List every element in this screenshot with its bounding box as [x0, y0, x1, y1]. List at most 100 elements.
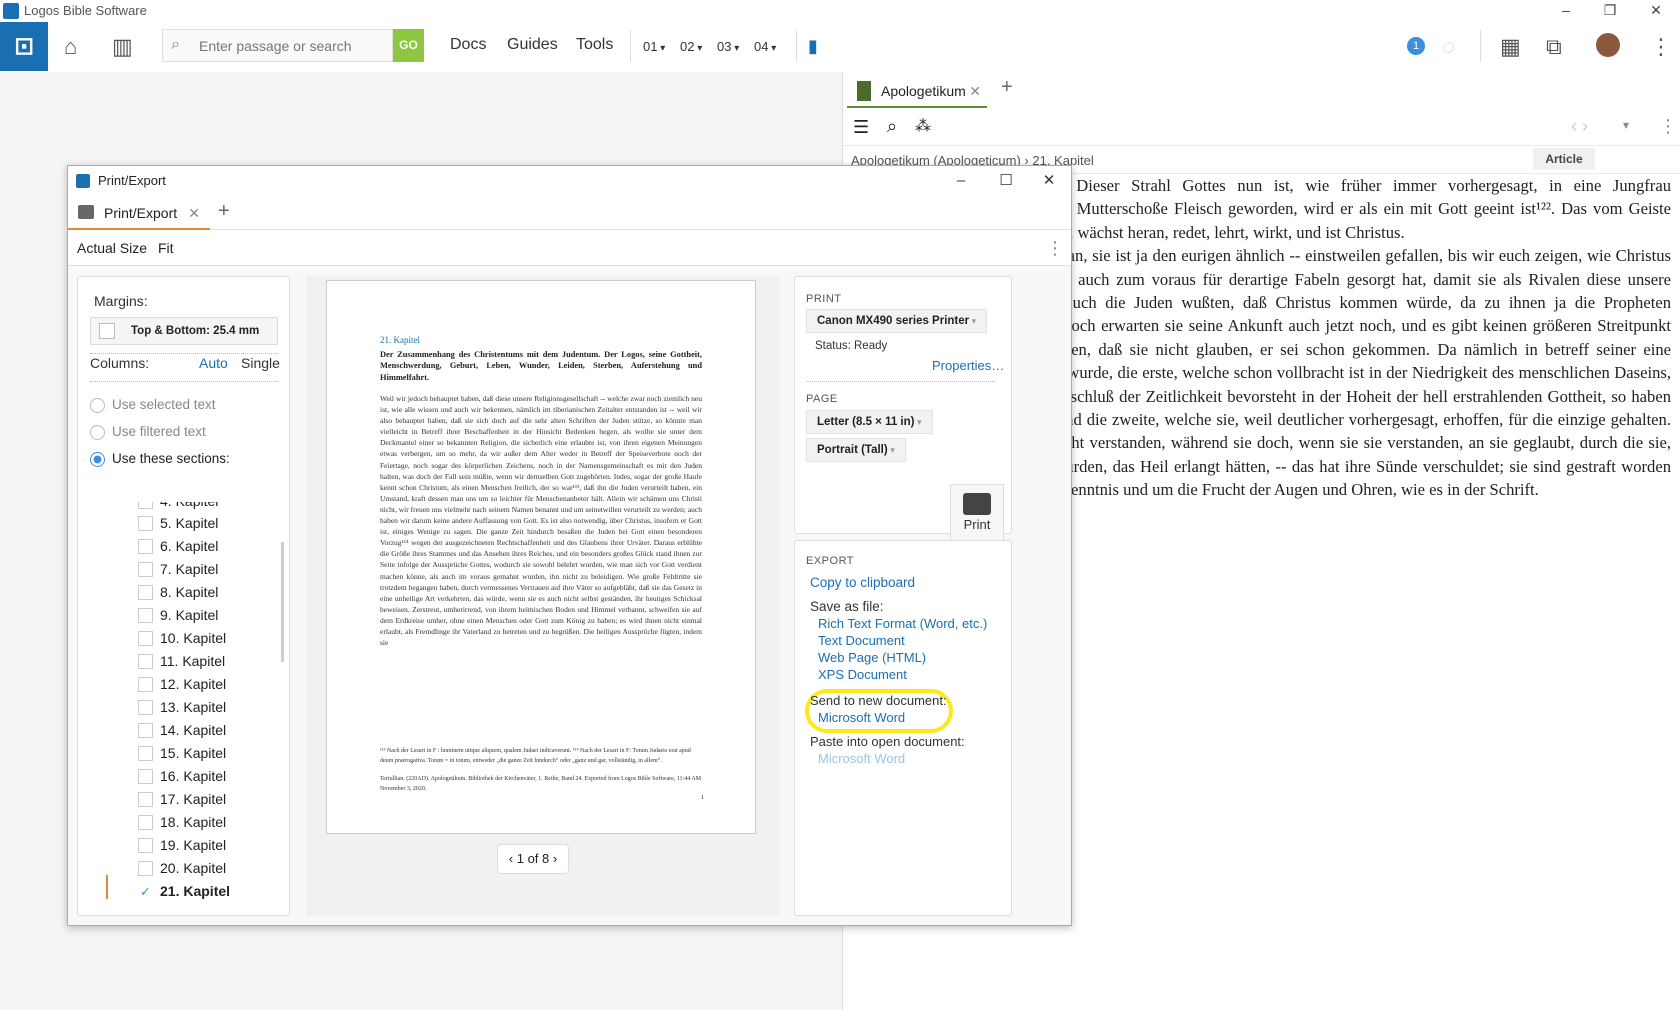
radio-use-these-sections[interactable]: Use these sections: [90, 451, 230, 467]
print-button[interactable]: Print [950, 484, 1004, 544]
more-menu-icon[interactable]: ⋮ [1650, 34, 1672, 60]
paper-select[interactable]: Letter (8.5 × 11 in) [806, 410, 933, 434]
export-section: EXPORT Copy to clipboard Save as file: R… [794, 540, 1012, 916]
properties-link[interactable]: Properties… [932, 358, 1004, 373]
dialog-title: Print/Export [98, 173, 166, 188]
back-icon[interactable]: ‹ › [1571, 116, 1588, 137]
panel-more-icon[interactable]: ⋮ [1659, 116, 1677, 137]
close-tab-icon[interactable]: ✕ [188, 196, 200, 230]
add-tab-icon[interactable]: + [218, 200, 230, 223]
margins-select[interactable]: Top & Bottom: 25.4 mm [90, 317, 278, 345]
avatar[interactable] [1596, 33, 1620, 57]
next-page-icon[interactable]: › [553, 851, 557, 866]
section-item[interactable]: 16. Kapitel [138, 765, 226, 787]
section-item[interactable]: 14. Kapitel [138, 719, 226, 741]
fit-button[interactable]: Fit [158, 240, 174, 256]
library-icon[interactable]: ▥ [112, 34, 133, 60]
panel-menu-icon[interactable]: ☰ [853, 117, 869, 138]
notification-badge[interactable]: 1 [1407, 37, 1425, 55]
send-to-word-link[interactable]: Microsoft Word [818, 710, 905, 725]
tab-apologetikum[interactable]: Apologetikum ✕ [847, 74, 987, 108]
section-item[interactable]: 13. Kapitel [138, 696, 226, 718]
colophon-text: Tertullian. (220AD). Apologetikum. Bibli… [380, 776, 702, 792]
actual-size-button[interactable]: Actual Size [77, 240, 147, 256]
options-pane: Margins: Top & Bottom: 25.4 mm Columns: … [77, 276, 290, 916]
printer-select[interactable]: Canon MX490 series Printer [806, 309, 988, 333]
send-new-doc-label: Send to new document: [810, 693, 947, 708]
preview-page: 21. Kapitel Der Zusammenhang des Christe… [326, 280, 756, 834]
section-item[interactable]: 19. Kapitel [138, 834, 226, 856]
close-button[interactable]: ✕ [1634, 0, 1678, 22]
minimize-button[interactable]: – [1544, 0, 1588, 22]
print-preview: 21. Kapitel Der Zusammenhang des Christe… [306, 276, 780, 916]
history-dropdown-icon[interactable]: ▾ [1623, 118, 1629, 132]
dialog-tabs: Print/Export ✕ + [68, 196, 1071, 230]
section-item[interactable]: 12. Kapitel [138, 673, 226, 695]
print-button-label: Print [963, 517, 991, 532]
radio-use-filtered-text[interactable]: Use filtered text [90, 424, 206, 440]
columns-single[interactable]: Single [241, 355, 280, 371]
nav-guides[interactable]: Guides [507, 36, 558, 54]
prev-page-icon[interactable]: ‹ [509, 851, 513, 866]
main-toolbar: ⊡ ⌂ ▥ ⌕ GO Docs Guides Tools 01 02 03 04… [0, 22, 1680, 72]
save-as-file-label: Save as file: [810, 599, 884, 614]
close-panels-icon[interactable]: ⧉ [1546, 34, 1562, 60]
nav-docs[interactable]: Docs [450, 36, 486, 54]
divider [807, 381, 995, 382]
orientation-select[interactable]: Portrait (Tall) [806, 438, 906, 462]
columns-auto[interactable]: Auto [199, 355, 228, 371]
section-item-selected[interactable]: 21. Kapitel [138, 880, 230, 902]
section-item[interactable]: 15. Kapitel [138, 742, 226, 764]
layout-01[interactable]: 01 [643, 39, 665, 54]
article-button[interactable]: Article [1533, 148, 1595, 170]
section-item[interactable]: 7. Kapitel [138, 558, 218, 580]
section-item[interactable]: 6. Kapitel [138, 535, 218, 557]
page-pager[interactable]: ‹ 1 of 8 › [497, 844, 569, 874]
layout-02[interactable]: 02 [680, 39, 702, 54]
radio-use-selected-text[interactable]: Use selected text [90, 397, 216, 413]
section-item[interactable]: 9. Kapitel [138, 604, 218, 626]
close-tab-icon[interactable]: ✕ [969, 74, 981, 108]
app-titlebar: Logos Bible Software – ❐ ✕ [0, 0, 1680, 22]
section-item[interactable]: 11. Kapitel [138, 650, 225, 672]
section-item[interactable]: 17. Kapitel [138, 788, 226, 810]
section-item[interactable]: 8. Kapitel [138, 581, 218, 603]
logos-home-icon[interactable]: ⊡ [0, 22, 48, 71]
go-button[interactable]: GO [393, 29, 424, 62]
dialog-minimize-button[interactable]: – [938, 166, 984, 196]
sections-scrollbar[interactable] [281, 542, 284, 662]
section-item[interactable]: 4. Kapitel [138, 502, 218, 512]
sync-icon[interactable]: ◌ [1442, 34, 1455, 60]
dialog-close-button[interactable]: ✕ [1026, 166, 1072, 196]
add-tab-icon[interactable]: + [1001, 76, 1013, 99]
export-html-link[interactable]: Web Page (HTML) [818, 650, 926, 665]
nav-tools[interactable]: Tools [576, 36, 613, 54]
app-logo-icon [3, 3, 19, 19]
pager-label: 1 of 8 [516, 851, 550, 866]
home-icon[interactable]: ⌂ [64, 34, 77, 60]
section-item[interactable]: 20. Kapitel [138, 857, 226, 879]
export-text-link[interactable]: Text Document [818, 633, 905, 648]
tab-print-export[interactable]: Print/Export ✕ [68, 196, 210, 230]
restore-button[interactable]: ❐ [1588, 0, 1632, 22]
layout-panels-icon[interactable]: ▦ [1500, 34, 1521, 60]
panel-search-icon[interactable]: ⌕ [887, 116, 897, 137]
section-item[interactable]: 18. Kapitel [138, 811, 226, 833]
print-section: PRINT Canon MX490 series Printer Status:… [794, 276, 1012, 544]
footnotes-text: ¹¹³ Nach der Lesart in F : hominem utiqu… [380, 748, 691, 764]
book-icon[interactable]: ▮ [808, 36, 818, 57]
section-item[interactable]: 10. Kapitel [138, 627, 226, 649]
layout-03[interactable]: 03 [717, 39, 739, 54]
section-item[interactable]: 5. Kapitel [138, 512, 218, 534]
more-options-icon[interactable]: ⋮ [1046, 238, 1064, 259]
tab-label: Print/Export [104, 205, 178, 221]
copy-to-clipboard-link[interactable]: Copy to clipboard [810, 575, 915, 590]
search-input[interactable] [195, 30, 392, 61]
export-xps-link[interactable]: XPS Document [818, 667, 907, 682]
panel-people-icon[interactable]: ⁂ [915, 116, 931, 136]
layout-04[interactable]: 04 [754, 39, 776, 54]
dialog-maximize-button[interactable]: ☐ [983, 166, 1029, 196]
export-rtf-link[interactable]: Rich Text Format (Word, etc.) [818, 616, 987, 631]
page-footnotes: ¹¹³ Nach der Lesart in F : hominem utiqu… [380, 746, 702, 794]
search-box: ⌕ [162, 29, 393, 62]
